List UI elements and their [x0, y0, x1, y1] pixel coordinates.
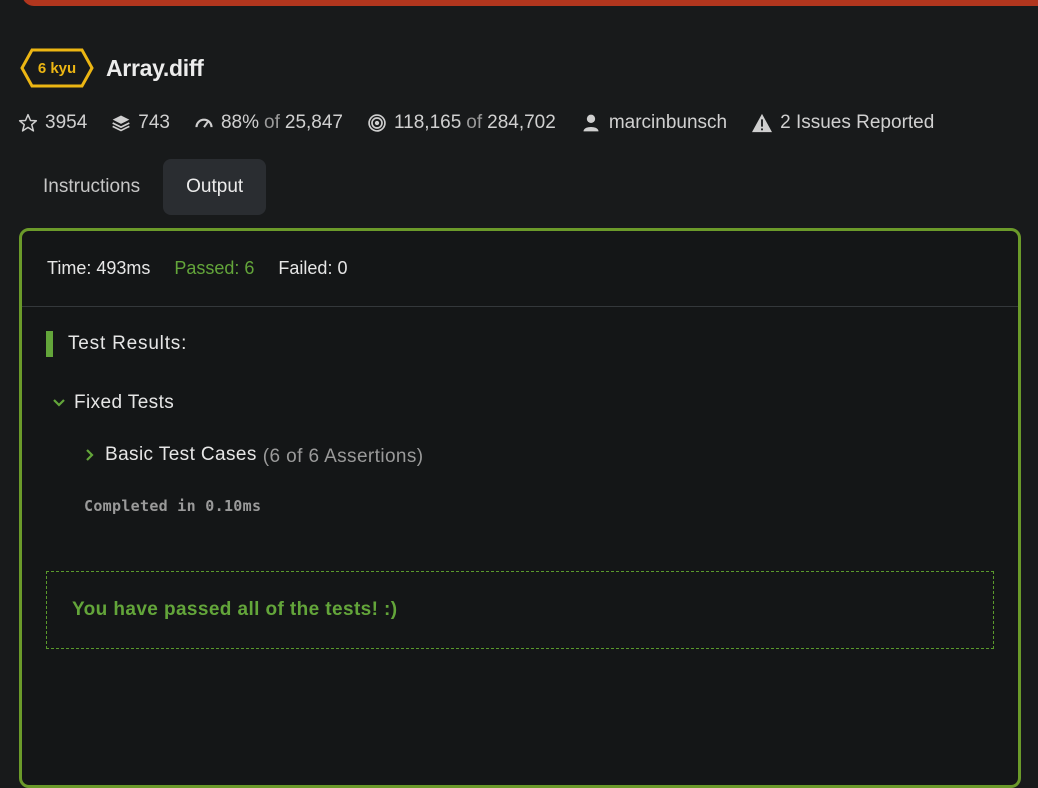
run-time: Time: 493ms	[47, 258, 151, 278]
issues-reported[interactable]: 2 Issues Reported	[780, 112, 934, 134]
results-heading-label: Test Results:	[68, 333, 188, 354]
results-heading: Test Results:	[46, 330, 187, 358]
satisfaction-of: of	[264, 112, 280, 133]
target-icon	[368, 114, 386, 132]
success-message-box: You have passed all of the tests! :)	[46, 571, 994, 649]
test-group-label: Fixed Tests	[74, 392, 175, 413]
kata-stats: 3954 743 88% of 25,847 118,165 of 284,70…	[18, 112, 958, 134]
output-panel: Time: 493ms Passed: 6 Failed: 0 Test Res…	[19, 228, 1021, 788]
completed-count: 118,165	[394, 112, 462, 133]
test-case-assertions: (6 of 6 Assertions)	[262, 446, 424, 467]
tab-bar: Instructions Output	[20, 159, 267, 215]
layers-icon	[112, 115, 130, 132]
collections-count: 743	[138, 112, 170, 133]
rank-label: 6 kyu	[37, 59, 77, 77]
kata-header: 6 kyu Array.diff	[20, 48, 204, 88]
test-case-name: Basic Test Cases	[105, 444, 257, 465]
test-summary: Time: 493ms Passed: 6 Failed: 0	[22, 231, 1018, 307]
rank-badge: 6 kyu	[20, 48, 94, 88]
warning-icon	[752, 113, 773, 133]
stat-author[interactable]: marcinbunsch	[580, 112, 727, 134]
completed-time: Completed in 0.10ms	[84, 497, 262, 515]
tab-instructions[interactable]: Instructions	[20, 159, 163, 215]
chevron-right-icon	[86, 449, 94, 461]
heading-accent-bar	[46, 331, 53, 357]
author-name[interactable]: marcinbunsch	[609, 112, 727, 134]
stat-completed[interactable]: 118,165 of 284,702	[367, 112, 556, 134]
passed-count: Passed: 6	[174, 258, 255, 278]
completed-of: of	[466, 112, 483, 133]
failed-count: Failed: 0	[278, 258, 348, 278]
satisfaction-rate: 88%	[220, 112, 260, 133]
attempts-count: 284,702	[487, 112, 556, 133]
user-icon	[583, 114, 599, 132]
kata-title[interactable]: Array.diff	[106, 55, 204, 82]
satisfaction-votes: 25,847	[284, 112, 343, 133]
stat-issues[interactable]: 2 Issues Reported	[751, 112, 934, 134]
success-message: You have passed all of the tests! :)	[72, 599, 398, 620]
stat-stars[interactable]: 3954	[18, 112, 87, 134]
gauge-icon	[195, 118, 213, 128]
stars-count: 3954	[45, 112, 88, 133]
tab-output[interactable]: Output	[163, 159, 267, 215]
stat-satisfaction[interactable]: 88% of 25,847	[194, 112, 343, 134]
stat-collections[interactable]: 743	[111, 112, 170, 134]
test-case-basic[interactable]: Basic Test Cases (6 of 6 Assertions)	[85, 444, 424, 467]
test-group-fixed[interactable]: Fixed Tests	[52, 392, 174, 414]
top-progress-bar	[22, 0, 1038, 6]
star-icon	[18, 113, 38, 132]
chevron-down-icon	[53, 399, 65, 407]
